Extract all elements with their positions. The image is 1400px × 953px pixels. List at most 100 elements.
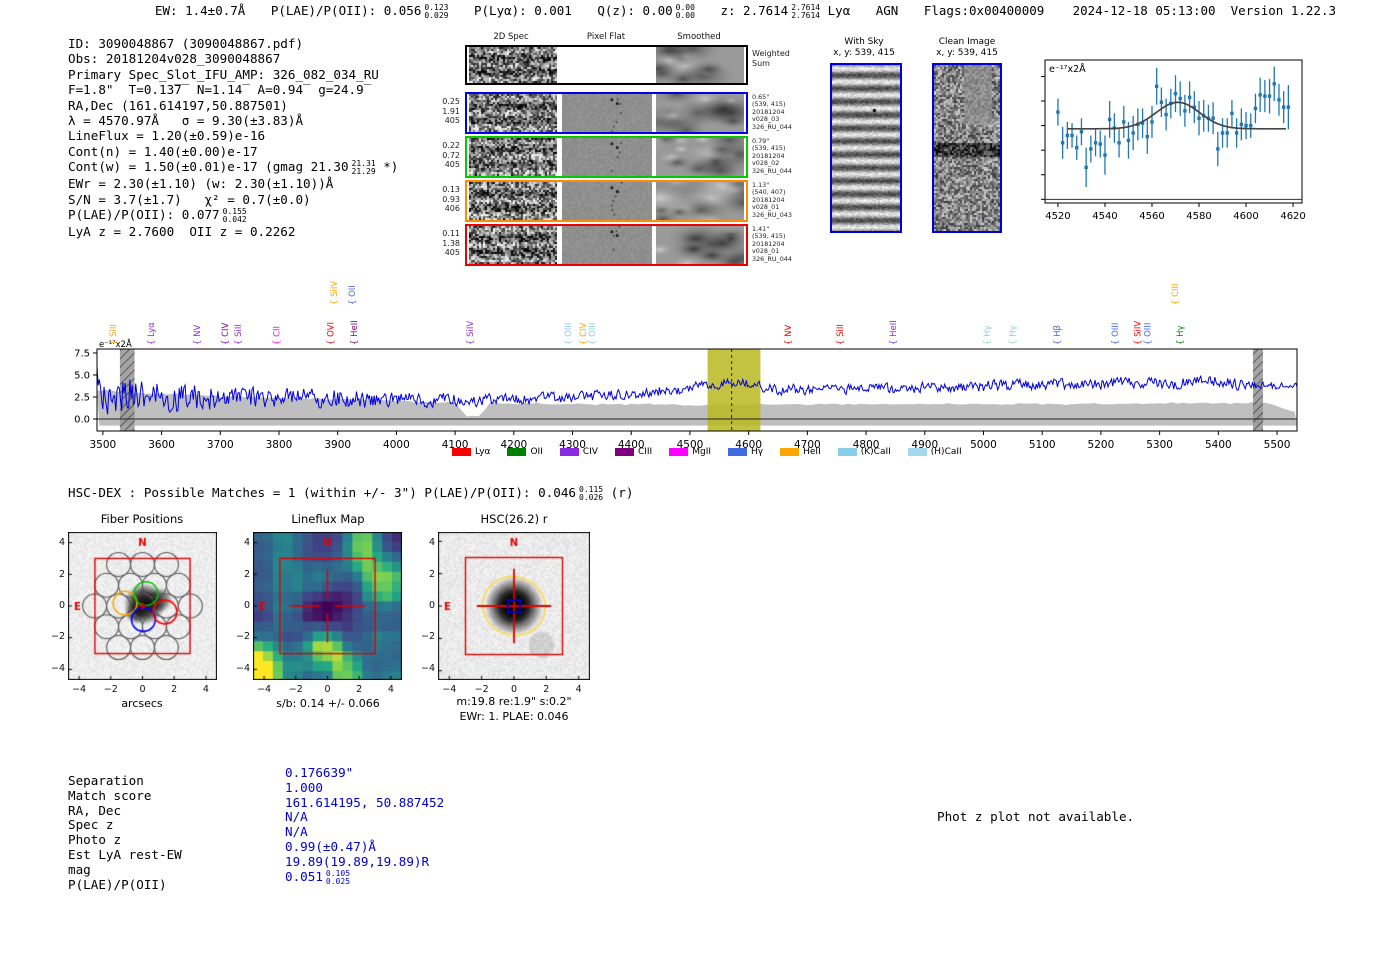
emission-line-label-SiII-0: { SiII bbox=[109, 324, 119, 345]
weighted-sum-strip bbox=[465, 45, 748, 85]
emission-line-label-OIII-22: { OIII bbox=[1143, 323, 1153, 345]
emission-line-label-OIII-20: { OIII bbox=[1111, 323, 1121, 345]
legend-item-Lyα: Lyα bbox=[452, 447, 490, 457]
line-fit-plot: 452045404560458046004620012345e⁻¹⁷x2Å bbox=[1041, 59, 1306, 222]
header-agn: AGN bbox=[875, 3, 899, 18]
emission-line-label-SiIV-10: { SiIV bbox=[466, 321, 476, 345]
info-uncertainty: 21.31 21.29 bbox=[351, 159, 376, 177]
svg-text:5000: 5000 bbox=[970, 439, 997, 448]
header-datetime: 2024-12-18 05:13:00 bbox=[1072, 3, 1216, 18]
hsc-cutout-image bbox=[438, 532, 590, 680]
info-line-11: P(LAE)/P(OII): 0.077 0.155 0.042 bbox=[68, 207, 247, 225]
fiber-row-2d-spec-image bbox=[469, 94, 557, 132]
svg-text:3500: 3500 bbox=[90, 439, 117, 448]
match-table-value-1: 1.000 bbox=[285, 779, 323, 795]
info-line-10: S/N = 3.7(±1.7) χ² = 0.7(±0.0) bbox=[68, 191, 311, 207]
legend-swatch bbox=[507, 448, 527, 456]
clean-image-title: Clean Image x, y: 539, 415 bbox=[936, 37, 998, 58]
match-table-label-2: RA, Dec bbox=[68, 802, 122, 818]
svg-text:3600: 3600 bbox=[148, 439, 175, 448]
cutout-xtick-label: −4 bbox=[442, 684, 457, 695]
fiber-row-smoothed-image bbox=[656, 138, 744, 176]
z-uncertainty: 2.7614 2.7614 bbox=[791, 3, 821, 20]
cutout-xtick-label: −4 bbox=[257, 684, 272, 695]
info-line-2: Primary Spec_Slot_IFU_AMP: 326_082_034_R… bbox=[68, 66, 379, 82]
emission-line-label-SiIV-7: { SiIV bbox=[330, 281, 340, 305]
header-z: z: 2.7614 2.7614 2.7614 Lyα bbox=[720, 3, 851, 20]
info-line-4: RA,Dec (161.614197,50.887501) bbox=[68, 97, 288, 113]
cutout-ytick-label: −4 bbox=[235, 662, 250, 674]
fiber-row-right-labels-1: 0.79" (539, 415) 20181204 v028_02 326_RU_044 bbox=[752, 137, 792, 175]
match-table-value-6: 19.89(19.89,19.89)R bbox=[285, 853, 430, 869]
fiber-row-2d-spec-image bbox=[469, 182, 557, 220]
emission-line-label-Hγ-17: { Hγ bbox=[983, 325, 993, 345]
qz-uncertainty: 0.00 0.00 bbox=[675, 3, 695, 20]
svg-text:5500: 5500 bbox=[1264, 439, 1291, 448]
match-table-value-5: 0.99(±0.47)Å bbox=[285, 838, 376, 854]
emission-line-label-HeII-16: { HeII bbox=[889, 320, 899, 345]
column-header-smoothed: Smoothed bbox=[677, 32, 721, 42]
hsc-cutout-xlabel2: EWr: 1. PLAE: 0.046 bbox=[459, 710, 569, 723]
cutout-ytick-label: −2 bbox=[235, 631, 250, 643]
svg-text:4600: 4600 bbox=[1233, 211, 1258, 222]
cutout-ytick-label: 2 bbox=[428, 568, 435, 580]
match-table-label-3: Spec z bbox=[68, 817, 114, 833]
header-flags: Flags:0x00400009 bbox=[923, 3, 1045, 18]
match-table-value-0: 0.176639" bbox=[285, 765, 354, 780]
legend-swatch bbox=[559, 448, 579, 456]
emission-line-label-NV-2: { NV bbox=[193, 325, 203, 345]
header-plya: P(Lyα): 0.001 bbox=[474, 3, 572, 18]
cutout-ytick-label: −2 bbox=[50, 631, 65, 643]
header-version: Version 1.22.3 bbox=[1230, 3, 1336, 18]
fiber-row-strip-1 bbox=[465, 136, 748, 178]
plae-uncertainty: 0.123 0.029 bbox=[424, 3, 449, 20]
legend-item-OII: OII bbox=[507, 447, 543, 457]
emission-line-label-Hγ-18: { Hγ bbox=[1008, 325, 1018, 345]
info-line-1: Obs: 20181204v028_3090048867 bbox=[68, 51, 281, 67]
lineflux-map-image bbox=[253, 532, 402, 680]
fiber-row-right-labels-2: 1.13" (540, 407) 20181204 v028_01 326_RU_043 bbox=[752, 181, 792, 219]
cutout-ytick-label: 0 bbox=[428, 600, 435, 611]
svg-text:4520: 4520 bbox=[1045, 211, 1070, 222]
cutout-xtick-label: 0 bbox=[510, 684, 518, 695]
info-line-3: F=1.8" T=0.13̅7̅ N=1.14̅ A=0.94̅ g=24.9̅ bbox=[68, 82, 364, 98]
match-table-value-4: N/A bbox=[285, 824, 308, 840]
full-spectrum-plot: 3500 3600 3700 3800 3900 4000 4100 4200 4300 4400… bbox=[74, 281, 1298, 448]
match-table-uncertainty: 0.105 0.025 bbox=[325, 868, 351, 886]
info-line-9: EWr = 2.30(±1.10) (w: 2.30(±1.10))Å bbox=[68, 176, 334, 192]
fiber-row-strip-0 bbox=[465, 92, 748, 134]
emission-line-label-Lyα-1: { Lyα bbox=[147, 322, 157, 345]
match-table-label-0: Separation bbox=[68, 773, 144, 788]
match-table-value-3: N/A bbox=[285, 809, 308, 825]
legend-swatch bbox=[780, 448, 800, 456]
emission-line-label-OII-8: { OII bbox=[348, 285, 358, 305]
column-header-pixel-flat: Pixel Flat bbox=[586, 32, 626, 42]
fiber-row-strip-3 bbox=[465, 224, 748, 266]
fiber-row-pixel-flat-image bbox=[562, 138, 652, 176]
info-line-12: LyA z = 2.7600 OII z = 0.2262 bbox=[68, 224, 296, 240]
info-uncertainty: 0.155 0.042 bbox=[222, 207, 247, 225]
hsc-dex-header: HSC-DEX : Possible Matches = 1 (within +… bbox=[68, 485, 634, 502]
legend-item-(H)CaII: (H)CaII bbox=[907, 447, 962, 457]
legend-swatch bbox=[728, 448, 748, 456]
svg-text:3700: 3700 bbox=[207, 439, 234, 448]
fiber-row-pixel-flat-image bbox=[562, 182, 652, 220]
emission-line-label-CII-5: { CII bbox=[273, 326, 283, 345]
fiber-row-2d-spec-image bbox=[469, 226, 557, 264]
legend-item-Hγ: Hγ bbox=[728, 447, 763, 457]
hsc-cutout-title: HSC(26.2) r bbox=[480, 512, 548, 526]
photz-notice: Phot z plot not available. bbox=[937, 809, 1135, 824]
cutout-ytick-label: −4 bbox=[420, 662, 435, 674]
cutout-ytick-label: 0 bbox=[58, 600, 65, 611]
detection-info-block: ID: 3090048867 (3090048867.pdf) Obs: 2018… bbox=[68, 36, 398, 239]
emission-line-label-SiII-4: { SiII bbox=[234, 324, 244, 345]
legend-item-MgII: MgII bbox=[669, 447, 711, 457]
legend-item-(K)CaII: (K)CaII bbox=[837, 447, 891, 457]
cutout-xtick-label: 2 bbox=[356, 684, 363, 695]
fiber-row-2d-spec-image bbox=[469, 138, 557, 176]
fiber-row-smoothed-image bbox=[656, 182, 744, 220]
cutout-ytick-label: 4 bbox=[58, 537, 65, 549]
cutout-xtick-label: −2 bbox=[474, 684, 489, 695]
info-line-6: LineFlux = 1.20(±0.59)e-16 bbox=[68, 128, 266, 144]
cutout-ytick-label: −2 bbox=[420, 631, 435, 643]
